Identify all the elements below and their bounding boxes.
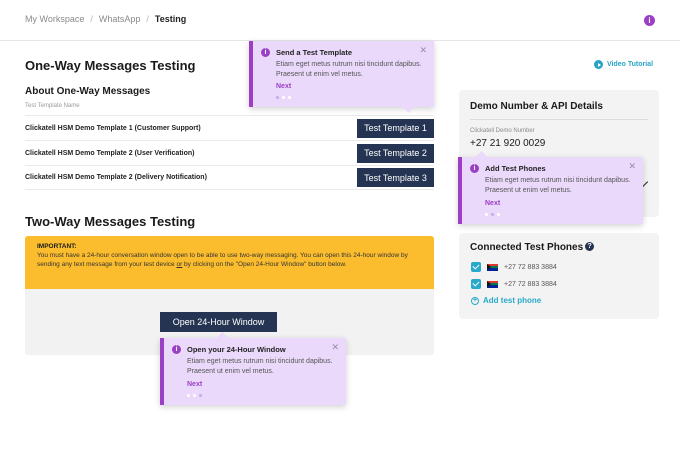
phone-number: +27 72 883 3884: [504, 263, 557, 271]
add-test-phones-tooltip: i Add Test Phones ✕ Etiam eget metus rut…: [458, 151, 643, 224]
test-template-3-button[interactable]: Test Template 3: [357, 168, 434, 187]
two-way-title: Two-Way Messages Testing: [25, 214, 196, 229]
close-icon[interactable]: ✕: [628, 161, 636, 172]
tooltip-step-dots: [187, 394, 202, 397]
plus-icon: +: [471, 296, 479, 305]
add-test-phone-link[interactable]: + Add test phone: [471, 296, 541, 305]
close-icon[interactable]: ✕: [419, 45, 427, 56]
phone-row: +27 72 883 3884: [471, 279, 557, 289]
tooltip-title: Add Test Phones: [485, 164, 546, 173]
one-way-title: One-Way Messages Testing: [25, 58, 196, 73]
tooltip-next-button[interactable]: Next: [276, 83, 291, 90]
play-icon: [594, 60, 603, 69]
tooltip-step-dots: [485, 213, 500, 216]
phone-row: +27 72 883 3884: [471, 262, 557, 272]
about-one-way-heading: About One-Way Messages: [25, 86, 151, 97]
demo-card-title: Demo Number & API Details: [470, 101, 603, 112]
open-window-tooltip: i Open your 24-Hour Window ✕ Etiam eget …: [160, 332, 346, 405]
video-tutorial-label: Video Tutorial: [607, 61, 654, 68]
connected-phones-label: Connected Test Phones: [470, 242, 584, 253]
open-24-hour-window-button[interactable]: Open 24-Hour Window: [160, 312, 277, 332]
close-icon[interactable]: ✕: [331, 342, 339, 353]
template-row: Clickatell HSM Demo Template 2 (Delivery…: [25, 165, 434, 190]
demo-number-value: +27 21 920 0029: [470, 138, 546, 149]
tooltip-arrow: [402, 100, 415, 113]
breadcrumb-whatsapp[interactable]: WhatsApp: [99, 14, 141, 24]
test-template-2-button[interactable]: Test Template 2: [357, 143, 434, 163]
tooltip-body: Etiam eget metus rutrum nisi tincidunt d…: [485, 177, 631, 194]
template-row: Clickatell HSM Demo Template 2 (User Ver…: [25, 140, 434, 165]
top-bar: My Workspace / WhatsApp / Testing i: [0, 0, 680, 41]
important-notice: IMPORTANT: You must have a 24-hour conve…: [25, 236, 434, 289]
send-test-template-tooltip: i Send a Test Template ✕ Etiam eget metu…: [249, 41, 434, 113]
tooltip-next-button[interactable]: Next: [187, 381, 202, 388]
connected-phones-card: Connected Test Phones? +27 72 883 3884 +…: [459, 233, 659, 319]
phone-checkbox[interactable]: [471, 262, 481, 272]
breadcrumb: My Workspace / WhatsApp / Testing: [25, 14, 186, 24]
connected-phones-title: Connected Test Phones?: [470, 242, 595, 253]
template-row: Clickatell HSM Demo Template 1 (Customer…: [25, 115, 434, 140]
divider: [470, 119, 648, 120]
tooltip-next-button[interactable]: Next: [485, 200, 500, 207]
template-name: Clickatell HSM Demo Template 1 (Customer…: [25, 124, 201, 132]
tooltip-title: Send a Test Template: [276, 48, 352, 57]
important-label: IMPORTANT:: [37, 243, 77, 250]
tooltip-title: Open your 24-Hour Window: [187, 345, 286, 354]
question-icon[interactable]: ?: [585, 242, 595, 251]
south-africa-flag-icon: [487, 280, 498, 288]
info-icon: i: [470, 164, 479, 173]
tooltip-body: Etiam eget metus rutrum nisi tincidunt d…: [276, 61, 422, 78]
south-africa-flag-icon: [487, 263, 498, 271]
phone-checkbox[interactable]: [471, 279, 481, 289]
breadcrumb-current: Testing: [154, 14, 187, 24]
add-test-phone-label: Add test phone: [483, 296, 542, 305]
tooltip-body: Etiam eget metus rutrum nisi tincidunt d…: [187, 358, 333, 375]
video-tutorial-link[interactable]: Video Tutorial: [594, 60, 653, 69]
important-text: by clicking on the "Open 24-Hour Window"…: [182, 261, 347, 268]
test-template-1-button[interactable]: Test Template 1: [357, 118, 434, 138]
info-icon: i: [172, 345, 181, 354]
breadcrumb-separator: /: [146, 14, 149, 24]
info-icon[interactable]: i: [644, 15, 655, 26]
breadcrumb-separator: /: [90, 14, 93, 24]
tooltip-step-dots: [276, 96, 291, 99]
demo-number-label: Clickatell Demo Number: [470, 128, 535, 134]
info-icon: i: [261, 48, 270, 57]
template-name: Clickatell HSM Demo Template 2 (User Ver…: [25, 149, 195, 157]
phone-number: +27 72 883 3884: [504, 280, 557, 288]
template-name-column-label: Test Template Name: [25, 103, 80, 109]
template-name: Clickatell HSM Demo Template 2 (Delivery…: [25, 174, 207, 181]
breadcrumb-workspace[interactable]: My Workspace: [25, 14, 84, 24]
